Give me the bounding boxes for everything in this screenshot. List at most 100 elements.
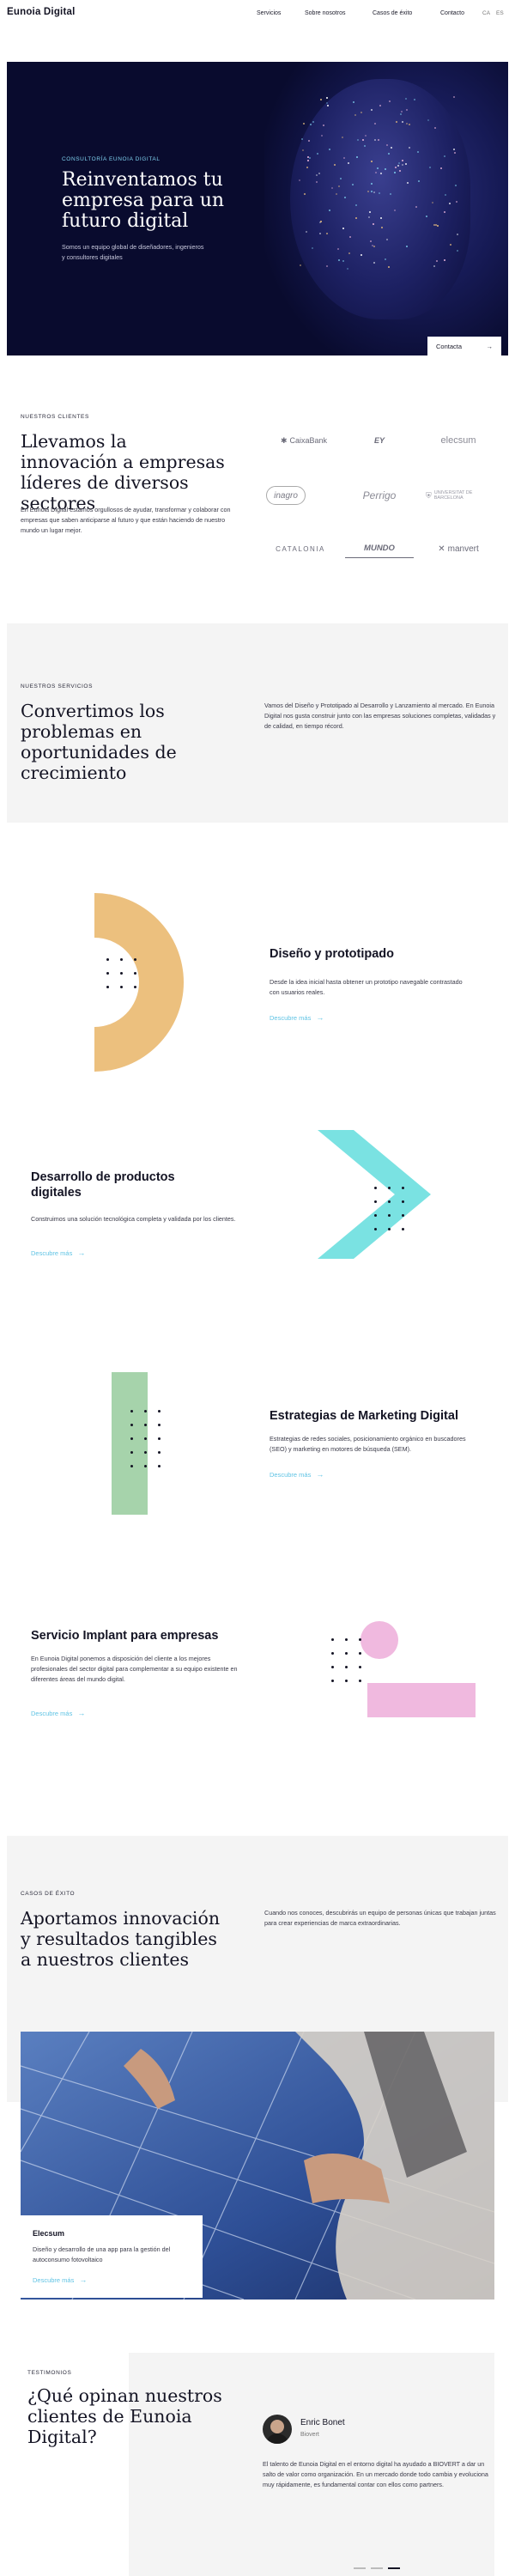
sparkle: [343, 197, 346, 199]
sparkle: [372, 222, 374, 225]
case-card[interactable]: Elecsum Diseño y desarrollo de una app p…: [21, 2215, 203, 2298]
testimonial-company: Biovert: [300, 2432, 319, 2438]
nav-sobre-nosotros[interactable]: Sobre nosotros: [305, 10, 345, 16]
dot: [388, 1228, 391, 1230]
carousel-dot[interactable]: [354, 2567, 366, 2569]
sparkle: [448, 202, 451, 204]
sparkle: [400, 111, 403, 113]
service-more-link[interactable]: Descubre más →: [31, 1709, 85, 1717]
dot: [374, 1214, 377, 1217]
arrow-right-icon: →: [77, 1249, 86, 1257]
dot: [106, 958, 109, 961]
service-more-link[interactable]: Descubre más →: [270, 1013, 324, 1022]
sparkle: [390, 147, 392, 149]
sparkle: [443, 258, 445, 261]
sparkle: [426, 215, 428, 217]
services-title: Convertimos los problemas en oportunidad…: [21, 701, 177, 783]
case-body: Diseño y desarrollo de una app para la g…: [33, 2245, 171, 2263]
logo-caixabank: ✱ CaixaBank: [270, 431, 338, 450]
lang-es[interactable]: ES: [496, 10, 504, 16]
sparkle: [302, 122, 305, 125]
nav-casos-de-exito[interactable]: Casos de éxito: [373, 10, 412, 16]
service-more-link[interactable]: Descubre más →: [31, 1249, 85, 1257]
lang-ca[interactable]: CA: [482, 10, 490, 16]
sparkle: [333, 163, 336, 166]
hero-image: [290, 79, 470, 319]
arrow-right-icon: →: [316, 1470, 324, 1479]
dot: [120, 986, 123, 988]
dot: [158, 1451, 161, 1454]
sparkle: [443, 155, 445, 157]
carousel-dot-active[interactable]: [388, 2567, 400, 2569]
leaf-icon: ✕: [438, 544, 445, 554]
more-label: Descubre más: [33, 2275, 75, 2284]
testimonials-section: TESTIMONIOS ¿Qué opinan nuestros cliente…: [0, 2353, 515, 2576]
testimonials-title: ¿Qué opinan nuestros clientes de Eunoia …: [27, 2385, 222, 2447]
logo-inagro: inagro: [266, 486, 306, 505]
success-body: Cuando nos conoces, descubrirás un equip…: [264, 1909, 496, 1927]
sparkle: [435, 259, 438, 262]
dot: [130, 1424, 133, 1426]
contact-button[interactable]: Contacta →: [427, 337, 501, 355]
dot: [359, 1652, 361, 1655]
dot: [388, 1214, 391, 1217]
clients-title: Llevamos la innovación a empresas lídere…: [21, 431, 225, 513]
dot: [120, 972, 123, 975]
sparkle: [379, 216, 382, 219]
dot: [130, 1437, 133, 1440]
rectangle-shape: [112, 1372, 148, 1515]
sparkle: [385, 143, 388, 146]
sparkle: [318, 232, 321, 234]
logo-caixabank-label: CaixaBank: [289, 436, 328, 445]
sparkle: [299, 264, 301, 266]
hero-eyebrow: CONSULTORÍA EUNOIA DIGITAL: [62, 156, 161, 162]
dot: [158, 1424, 161, 1426]
nav-contacto[interactable]: Contacto: [440, 10, 464, 16]
sparkle: [364, 134, 367, 137]
sparkle: [331, 186, 334, 189]
testimonial-quote: El talento de Eunoia Digital en el entor…: [263, 2460, 488, 2488]
sparkle: [311, 247, 313, 250]
sparkle: [397, 161, 400, 164]
contact-button-label: Contacta: [436, 342, 463, 350]
sparkle: [312, 120, 314, 123]
hero-title: Reinventamos tu empresa para un futuro d…: [62, 169, 225, 232]
services-body: Vamos del Diseño y Prototipado al Desarr…: [264, 702, 496, 730]
service-implant: Servicio Implant para empresas En Eunoia…: [0, 1597, 515, 1786]
dot: [402, 1214, 404, 1217]
sparkle: [301, 149, 304, 151]
service-more-link[interactable]: Descubre más →: [270, 1470, 324, 1479]
logo-ub-label: Universitat de Barcelona: [433, 490, 473, 501]
service-title: Estrategias de Marketing Digital: [270, 1409, 458, 1423]
sparkle: [352, 100, 354, 103]
case-more-link[interactable]: Descubre más →: [33, 2275, 87, 2284]
dot: [130, 1410, 133, 1413]
service-body: En Eunoia Digital ponemos a disposición …: [31, 1655, 238, 1683]
sparkle: [325, 96, 328, 99]
logo[interactable]: Eunoia Digital: [7, 7, 75, 17]
sparkle: [354, 216, 357, 219]
service-title: Servicio Implant para empresas: [31, 1629, 219, 1643]
arrow-right-icon: →: [316, 1013, 324, 1022]
nav-servicios[interactable]: Servicios: [257, 10, 281, 16]
logo-perrigo: Perrigo: [362, 489, 397, 501]
dot: [144, 1410, 147, 1413]
sparkle: [456, 249, 458, 252]
logo-mundo: MUNDO: [345, 539, 414, 558]
dot: [402, 1187, 404, 1189]
logo-elecsum: elecsum: [440, 435, 476, 446]
dot: [106, 972, 109, 975]
shield-icon: ⛨: [426, 490, 432, 500]
sparkle: [376, 167, 379, 169]
sparkle: [348, 252, 351, 254]
sparkle: [363, 144, 366, 147]
circle-shape: [360, 1621, 398, 1659]
sparkle: [406, 181, 409, 184]
service-marketing: Estrategias de Marketing Digital Estrate…: [0, 1348, 515, 1554]
sparkle: [303, 192, 306, 195]
carousel-dot[interactable]: [371, 2567, 383, 2569]
arrow-right-icon: →: [77, 1709, 86, 1717]
sparkle: [406, 122, 409, 125]
dot: [388, 1200, 391, 1203]
dot: [134, 986, 136, 988]
